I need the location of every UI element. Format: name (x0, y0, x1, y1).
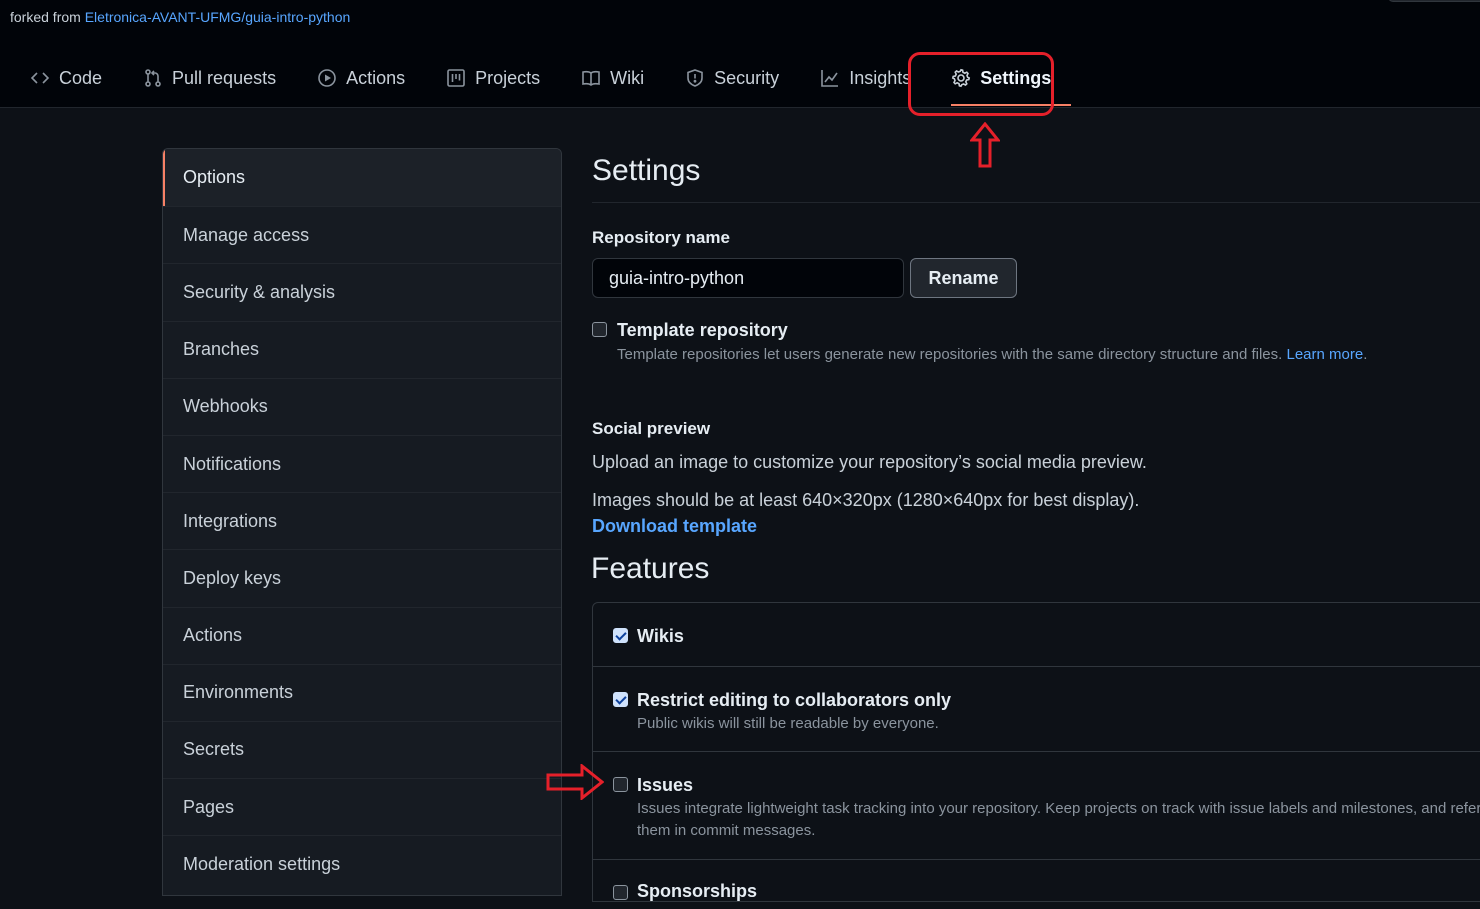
tab-label: Actions (346, 67, 406, 88)
graph-icon (820, 68, 840, 88)
header-button-edge[interactable] (1388, 0, 1480, 2)
project-icon (446, 68, 466, 88)
restrict-editing-description: Public wikis will still be readable by e… (637, 715, 939, 732)
sidebar-item-label: Environments (183, 682, 294, 703)
repo-nav-tabs: Code Pull requests Actions Projects Wiki (0, 58, 1072, 108)
sidebar-item-manage-access[interactable]: Manage access (163, 206, 561, 263)
sponsorships-checkbox[interactable] (613, 885, 628, 900)
tab-label: Wiki (610, 67, 645, 88)
tab-projects[interactable]: Projects (446, 58, 540, 98)
sidebar-item-environments[interactable]: Environments (163, 663, 561, 721)
restrict-editing-checkbox[interactable] (613, 692, 628, 707)
issues-description-line2: them in commit messages. (637, 822, 816, 839)
sidebar-item-secrets[interactable]: Secrets (163, 720, 561, 778)
tab-label: Security (714, 67, 780, 88)
issues-label: Issues (637, 775, 694, 795)
sponsorships-row: Sponsorships (593, 859, 1480, 909)
issues-row: Issues Issues integrate lightweight task… (593, 751, 1480, 859)
pull-request-icon (143, 68, 163, 88)
issues-checkbox[interactable] (613, 777, 628, 792)
sidebar-item-branches[interactable]: Branches (163, 320, 561, 378)
restrict-editing-row: Restrict editing to collaborators only P… (593, 666, 1480, 751)
template-repository-label: Template repository (617, 320, 788, 340)
sidebar-item-label: Branches (183, 339, 260, 360)
page-title: Settings (592, 154, 701, 187)
social-preview-size-note: Images should be at least 640×320px (128… (592, 490, 1140, 510)
learn-more-link[interactable]: Learn more (1286, 346, 1363, 363)
sidebar-item-actions[interactable]: Actions (163, 606, 561, 664)
restrict-editing-label: Restrict editing to collaborators only (637, 690, 952, 710)
tab-actions[interactable]: Actions (317, 58, 405, 98)
settings-sidebar: Options Manage access Security & analysi… (162, 148, 562, 896)
sidebar-item-integrations[interactable]: Integrations (163, 492, 561, 549)
sidebar-item-security-analysis[interactable]: Security & analysis (163, 263, 561, 320)
book-icon (581, 68, 601, 88)
features-title: Features (591, 552, 710, 585)
repo-name-label: Repository name (592, 228, 730, 247)
features-panel: Wikis Restrict editing to collaborators … (592, 602, 1480, 902)
template-repository-description: Template repositories let users generate… (617, 346, 1368, 363)
wikis-label: Wikis (637, 626, 684, 646)
sidebar-item-label: Options (183, 167, 246, 188)
sidebar-item-webhooks[interactable]: Webhooks (163, 377, 561, 435)
sponsorships-label: Sponsorships (637, 881, 758, 901)
arrow-right-annotation-icon (546, 764, 604, 800)
tab-label: Insights (849, 67, 912, 88)
social-preview-text: Upload an image to customize your reposi… (592, 452, 1147, 472)
template-repository-checkbox[interactable] (592, 322, 607, 337)
sidebar-item-label: Moderation settings (183, 853, 341, 874)
social-preview-title: Social preview (592, 419, 711, 438)
sidebar-item-label: Notifications (183, 453, 282, 474)
sidebar-item-label: Actions (183, 625, 243, 646)
rename-button[interactable]: Rename (910, 258, 1017, 298)
sidebar-item-options[interactable]: Options (163, 149, 561, 207)
wikis-checkbox[interactable] (613, 628, 628, 643)
code-icon (30, 68, 50, 88)
sidebar-item-notifications[interactable]: Notifications (163, 434, 561, 492)
repo-name-input[interactable] (592, 258, 904, 298)
forked-repo-link[interactable]: Eletronica-AVANT-UFMG/guia-intro-python (85, 9, 351, 25)
sidebar-item-deploy-keys[interactable]: Deploy keys (163, 549, 561, 606)
sidebar-item-label: Webhooks (183, 396, 268, 417)
sidebar-item-label: Security & analysis (183, 281, 336, 302)
tab-pull-requests[interactable]: Pull requests (143, 58, 276, 98)
sidebar-item-moderation-settings[interactable]: Moderation settings (163, 835, 561, 892)
tab-wiki[interactable]: Wiki (581, 58, 644, 98)
title-divider (592, 202, 1480, 203)
play-icon (317, 68, 337, 88)
arrow-up-annotation-icon (970, 122, 1000, 168)
forked-from: forked from Eletronica-AVANT-UFMG/guia-i… (10, 9, 351, 25)
tab-code[interactable]: Code (30, 58, 102, 98)
shield-icon (685, 68, 705, 88)
issues-description-line1: Issues integrate lightweight task tracki… (637, 800, 1480, 817)
tab-label: Projects (475, 67, 541, 88)
tab-security[interactable]: Security (685, 58, 779, 98)
download-template-link[interactable]: Download template (592, 516, 757, 537)
tab-insights[interactable]: Insights (820, 58, 911, 98)
sidebar-item-label: Manage access (183, 224, 310, 245)
sidebar-item-label: Pages (183, 796, 235, 817)
settings-highlight-annotation (908, 52, 1054, 116)
sidebar-item-pages[interactable]: Pages (163, 778, 561, 835)
tab-label: Code (59, 67, 103, 88)
repo-header: forked from Eletronica-AVANT-UFMG/guia-i… (0, 0, 1480, 108)
sidebar-item-label: Deploy keys (183, 567, 282, 588)
tab-label: Pull requests (172, 67, 277, 88)
sidebar-item-label: Secrets (183, 739, 245, 760)
sidebar-item-label: Integrations (183, 510, 278, 531)
